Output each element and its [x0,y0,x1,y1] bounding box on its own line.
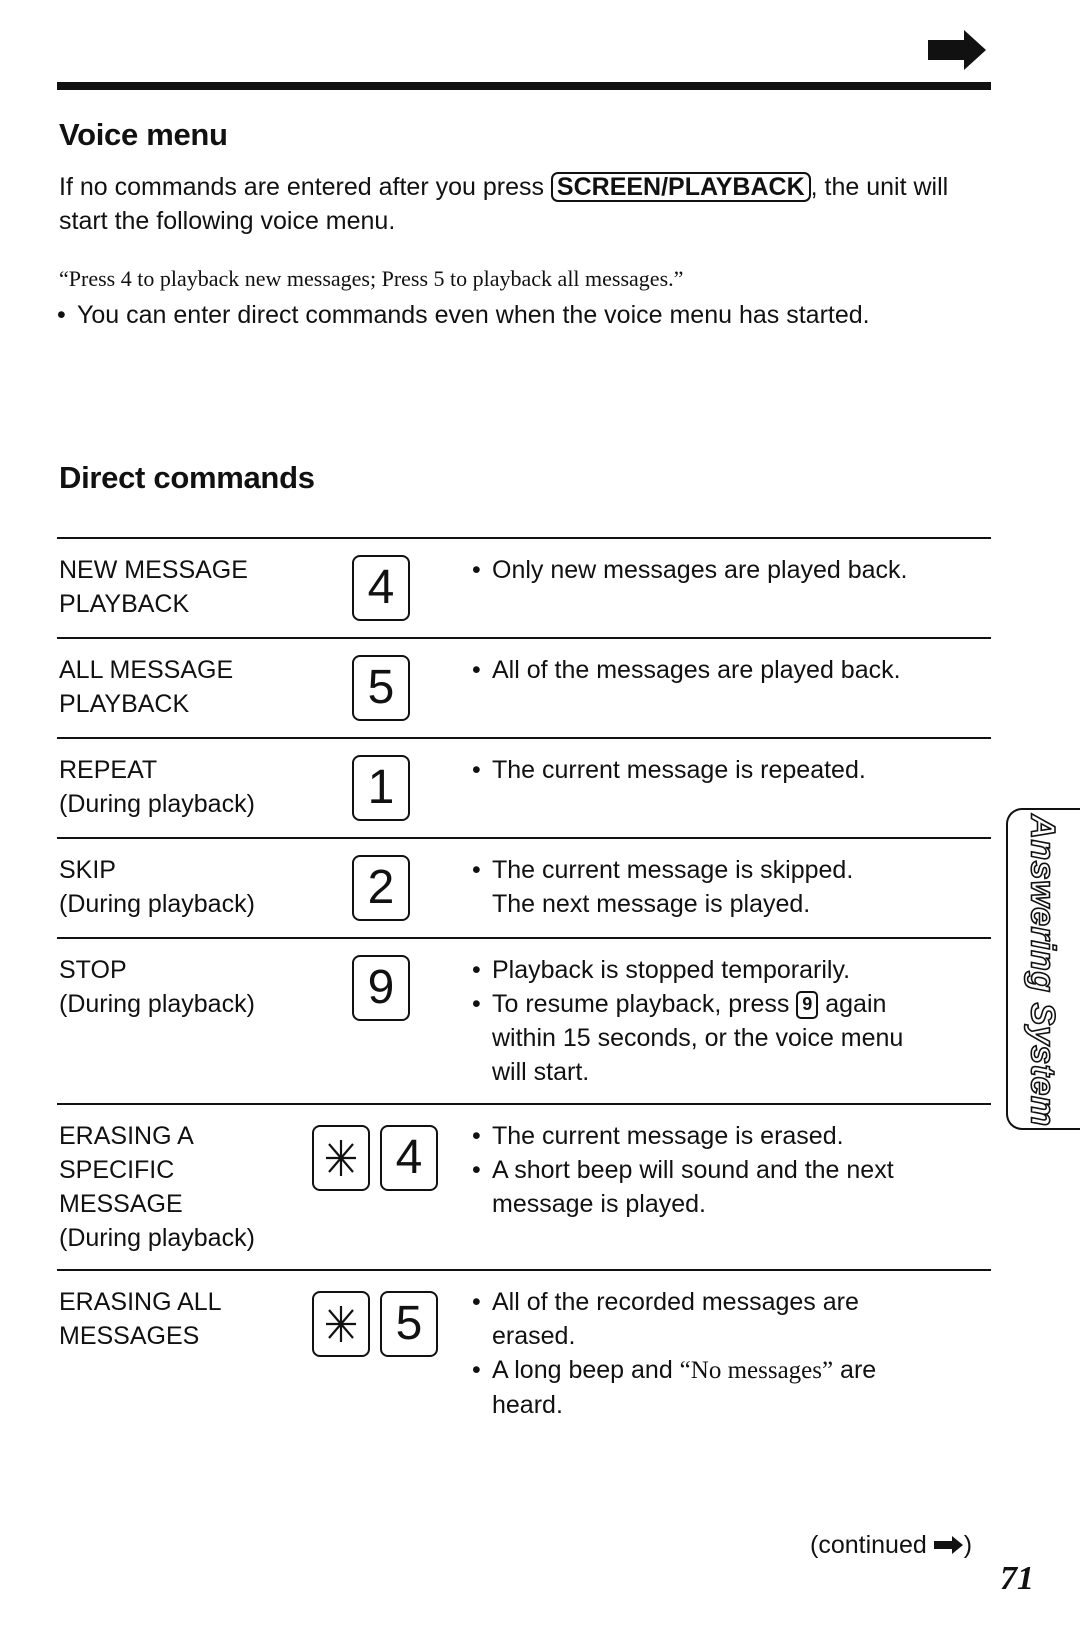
command-label: SKIP (During playback) [59,853,299,921]
command-condition: (During playback) [59,1224,255,1252]
beep-text-before: A long beep and [492,1356,680,1384]
command-label: ERASING A SPECIFIC MESSAGE (During playb… [59,1119,279,1255]
next-page-arrow-icon [928,30,986,70]
command-description: The current message is repeated. [472,753,942,787]
direct-commands-table: NEW MESSAGE PLAYBACK 4 Only new messages… [57,537,991,1441]
key-4: 4 [380,1125,438,1191]
command-row-stop: STOP (During playback) 9 Playback is sto… [57,937,991,1103]
voice-menu-quote: “Press 4 to playback new messages; Press… [59,266,684,291]
command-name: ERASING A SPECIFIC MESSAGE [59,1122,193,1218]
command-name: REPEAT [59,756,158,784]
side-tab-text: Answering System [1023,813,1063,1127]
command-label: ERASING ALL MESSAGES [59,1288,221,1350]
command-condition: (During playback) [59,890,255,918]
intro-text-before: If no commands are entered after you pre… [59,173,551,201]
command-condition: (During playback) [59,790,255,818]
command-description: A long beep and “No messages” are heard. [472,1353,892,1422]
key-5: 5 [380,1291,438,1357]
command-label: NEW MESSAGE PLAYBACK [59,556,248,618]
key-9-inline: 9 [796,991,819,1019]
direct-commands-heading: Direct commands [59,460,315,495]
resume-text-before: To resume playback, press [492,990,797,1018]
star-key-icon [312,1291,370,1357]
command-label: REPEAT (During playback) [59,753,299,821]
command-description: A short beep will sound and the next mes… [472,1153,922,1221]
key-4: 4 [352,555,410,621]
section-side-tab-label: Answering System [1012,813,1072,1127]
key-2: 2 [352,855,410,921]
command-label: ALL MESSAGE PLAYBACK [59,656,234,718]
voice-menu-heading: Voice menu [59,117,228,152]
continued-text: (continued [810,1531,927,1559]
command-name: SKIP [59,856,116,884]
continued-note: (continued ) [810,1531,972,1560]
command-description: Playback is stopped temporarily. [472,953,932,987]
command-description: The current message is skipped. The next… [472,853,892,921]
command-row-new-message: NEW MESSAGE PLAYBACK 4 Only new messages… [57,537,991,637]
key-9: 9 [352,955,410,1021]
key-5: 5 [352,655,410,721]
command-row-repeat: REPEAT (During playback) 1 The current m… [57,737,991,837]
voice-menu-intro: If no commands are entered after you pre… [59,170,959,238]
star-key-icon [312,1125,370,1191]
command-description: All of the messages are played back. [472,653,942,687]
command-row-all-message: ALL MESSAGE PLAYBACK 5 All of the messag… [57,637,991,737]
voice-menu-note: You can enter direct commands even when … [57,298,1017,332]
top-divider [57,82,991,90]
command-description: All of the recorded messages are erased. [472,1285,892,1353]
no-messages-quote: “No messages” [679,1357,834,1384]
key-1: 1 [352,755,410,821]
command-condition: (During playback) [59,990,255,1018]
continued-arrow-icon [933,1536,963,1554]
command-row-erase-specific: ERASING A SPECIFIC MESSAGE (During playb… [57,1103,991,1269]
command-description: To resume playback, press 9 again within… [472,987,932,1089]
command-row-erase-all: ERASING ALL MESSAGES 5 All of the record… [57,1269,991,1441]
screen-playback-key: SCREEN/PLAYBACK [550,172,811,202]
page-number: 71 [1000,1560,1034,1597]
command-name: STOP [59,956,127,984]
command-label: STOP (During playback) [59,953,299,1021]
command-description: The current message is erased. [472,1119,922,1153]
command-row-skip: SKIP (During playback) 2 The current mes… [57,837,991,937]
continued-close: ) [963,1531,973,1559]
command-description: Only new messages are played back. [472,553,942,587]
